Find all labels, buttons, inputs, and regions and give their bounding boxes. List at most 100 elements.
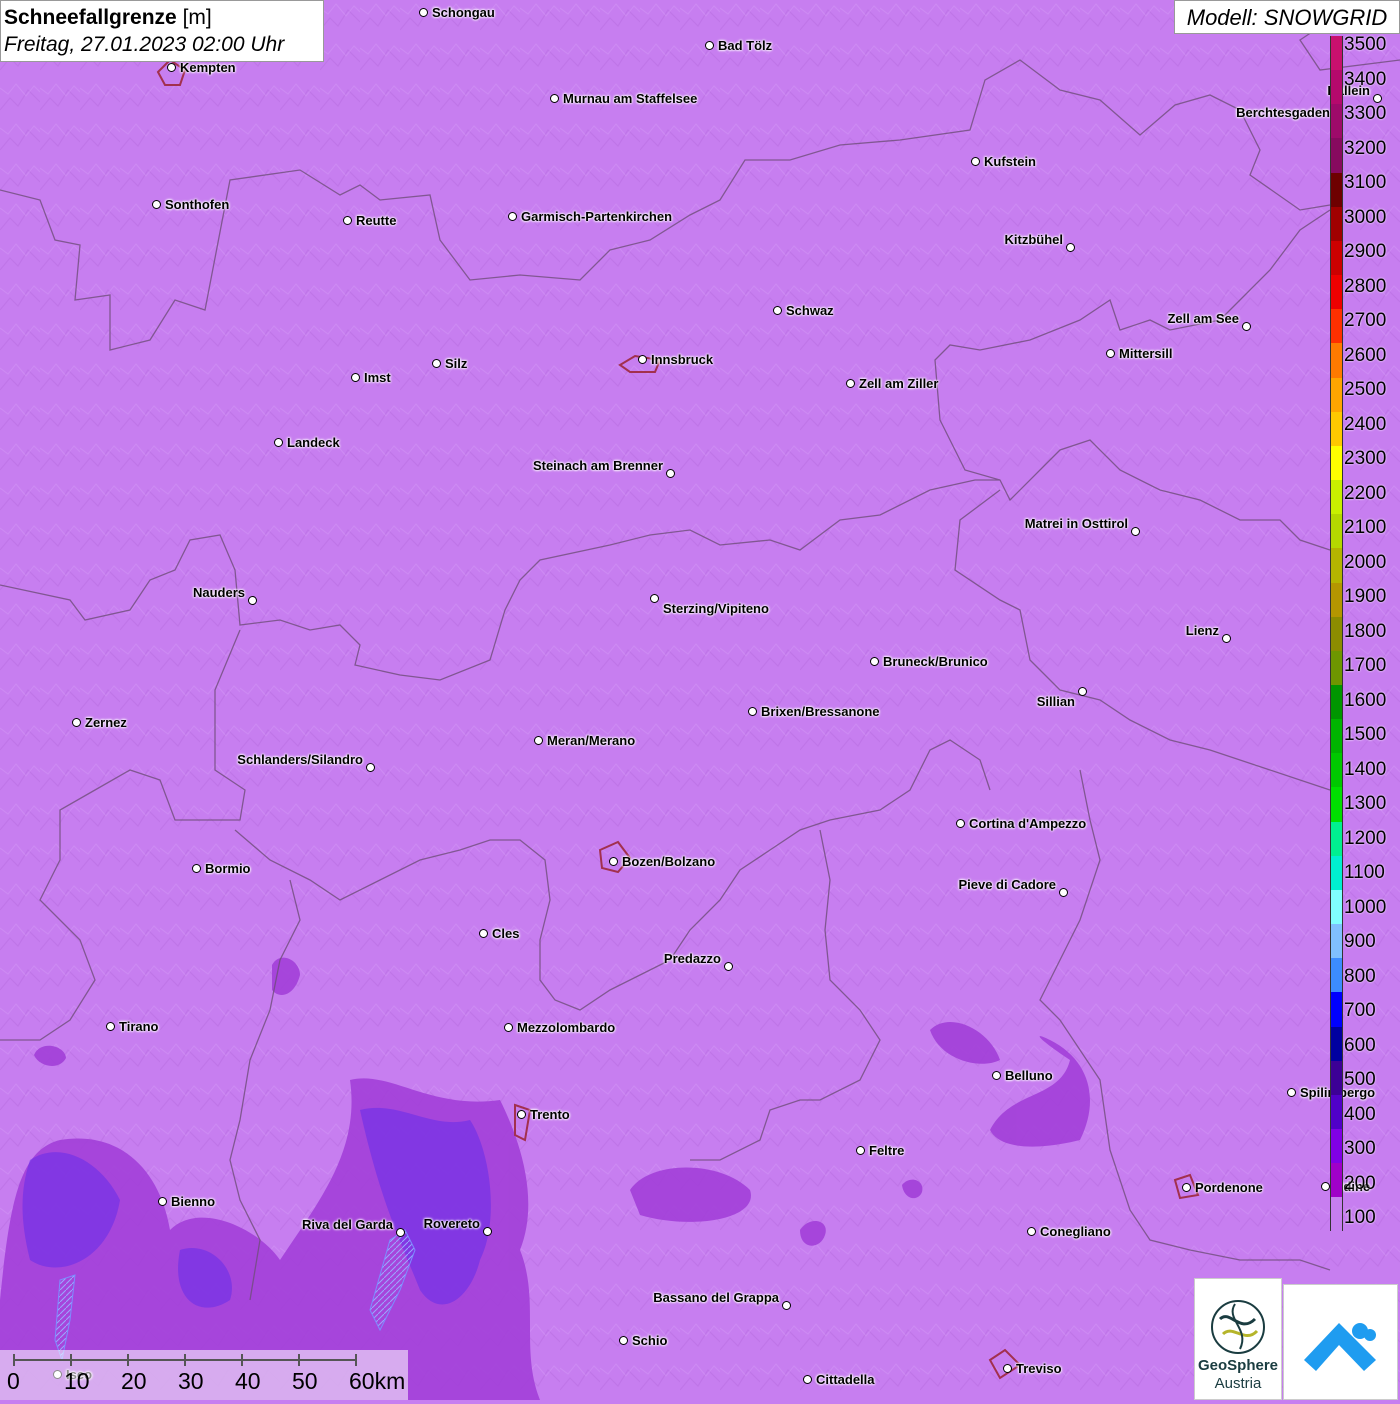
legend-swatch (1330, 924, 1343, 959)
city-marker-icon (479, 929, 488, 938)
legend-swatch (1330, 1163, 1343, 1198)
scale-label: 40 (235, 1368, 261, 1394)
city-marker-icon (351, 373, 360, 382)
city-label: Feltre (869, 1143, 905, 1158)
legend-swatch (1330, 138, 1343, 173)
mountain-cloud-icon (1304, 1323, 1376, 1371)
city-label: Kitzbühel (1004, 232, 1064, 247)
legend-label: 1500 (1344, 724, 1387, 745)
city-marker-icon (1287, 1088, 1296, 1097)
legend-swatch (1330, 889, 1343, 925)
legend-label: 3200 (1344, 137, 1387, 159)
city-marker-icon (106, 1022, 115, 1031)
legend-swatch (1330, 480, 1343, 515)
legend-swatch (1330, 445, 1343, 481)
city-label: Nauders (192, 585, 245, 600)
legend-label: 1200 (1344, 827, 1387, 849)
legend-label: 3300 (1344, 103, 1387, 124)
city-label: Sonthofen (165, 197, 230, 212)
city-marker-icon (419, 8, 428, 17)
city-marker-icon (167, 63, 176, 72)
geosphere-text: GeoSphere (1197, 1357, 1279, 1374)
city-marker-icon (666, 469, 675, 478)
city-label: Bad Tölz (718, 38, 773, 53)
scale-label: 50 (292, 1368, 318, 1394)
city-label: Sterzing/Vipiteno (663, 601, 769, 616)
legend-swatch (1330, 616, 1343, 651)
scale-label: 20 (121, 1368, 147, 1394)
city-label: Mezzolombardo (517, 1020, 616, 1035)
legend-swatch (1330, 1197, 1343, 1232)
austria-text: Austria (1214, 1375, 1262, 1392)
city-marker-icon (1059, 888, 1068, 897)
legend-swatch (1330, 650, 1343, 685)
city-marker-icon (748, 707, 757, 716)
legend-label: 400 (1344, 1103, 1376, 1125)
legend-label: 100 (1344, 1207, 1376, 1228)
city-label: Tirano (119, 1019, 159, 1034)
city-marker-icon (846, 379, 855, 388)
legend-swatch (1330, 992, 1343, 1027)
city-marker-icon (550, 94, 559, 103)
legend-label: 3000 (1344, 206, 1387, 228)
city-marker-icon (158, 1197, 167, 1206)
scale-bar: 0 10 20 30 40 50 60km (0, 1350, 408, 1400)
city-label: Meran/Merano (547, 733, 636, 748)
city-label: Trento (530, 1107, 570, 1122)
legend-swatch (1330, 309, 1343, 344)
legend-swatch (1330, 548, 1343, 583)
legend-swatch (1330, 958, 1343, 993)
city-marker-icon (508, 212, 517, 221)
legend-label: 800 (1344, 965, 1376, 987)
legend-label: 2900 (1344, 241, 1387, 262)
legend-swatch (1330, 514, 1343, 549)
city-marker-icon (534, 736, 543, 745)
city-marker-icon (782, 1301, 791, 1310)
city-marker-icon (650, 594, 659, 603)
scale-label: 60km (349, 1368, 406, 1394)
legend-label: 2400 (1344, 413, 1387, 435)
legend-label: 200 (1344, 1172, 1376, 1194)
city-marker-icon (705, 41, 714, 50)
city-label: Murnau am Staffelsee (563, 91, 698, 106)
legend-label: 2500 (1344, 379, 1387, 400)
legend-swatch (1330, 172, 1343, 207)
city-label: Steinach am Brenner (532, 458, 663, 473)
legend-swatch (1330, 411, 1343, 446)
legend-label: 2100 (1344, 517, 1387, 538)
city-marker-icon (274, 438, 283, 447)
legend-swatch (1330, 855, 1343, 890)
city-label: Cortina d'Ampezzo (969, 816, 1087, 831)
city-marker-icon (1131, 527, 1140, 536)
title-box: Schneefallgrenze [m] Freitag, 27.01.2023… (0, 0, 324, 62)
city-marker-icon (517, 1110, 526, 1119)
city-label: Schio (632, 1333, 668, 1348)
legend-swatch (1330, 1129, 1343, 1164)
city-marker-icon (1182, 1183, 1191, 1192)
legend-swatch (1330, 787, 1343, 822)
legend-label: 2800 (1344, 275, 1387, 297)
city-label: Brixen/Bressanone (761, 704, 880, 719)
city-label: Bozen/Bolzano (622, 854, 716, 869)
city-label: Bassano del Grappa (653, 1290, 779, 1305)
city-label: Mittersill (1119, 346, 1173, 361)
city-marker-icon (1321, 1182, 1330, 1191)
city-label: Pieve di Cadore (958, 877, 1056, 892)
legend-label: 3500 (1344, 34, 1387, 55)
scale-label: 10 (64, 1368, 90, 1394)
legend-swatch (1330, 240, 1343, 276)
city-marker-icon (366, 763, 375, 772)
city-marker-icon (1373, 94, 1382, 103)
city-label: Riva del Garda (301, 1217, 393, 1232)
city-marker-icon (396, 1228, 405, 1237)
city-label: Kufstein (984, 154, 1036, 169)
legend-label: 300 (1344, 1138, 1376, 1159)
geosphere-logo: GeoSphere Austria (1194, 1278, 1282, 1400)
city-marker-icon (1078, 687, 1087, 696)
city-label: Predazzo (663, 951, 721, 966)
city-marker-icon (971, 157, 980, 166)
city-marker-icon (619, 1336, 628, 1345)
legend-label: 2600 (1344, 344, 1387, 366)
legend-label: 700 (1344, 1000, 1376, 1021)
city-label: Bormio (205, 861, 251, 876)
